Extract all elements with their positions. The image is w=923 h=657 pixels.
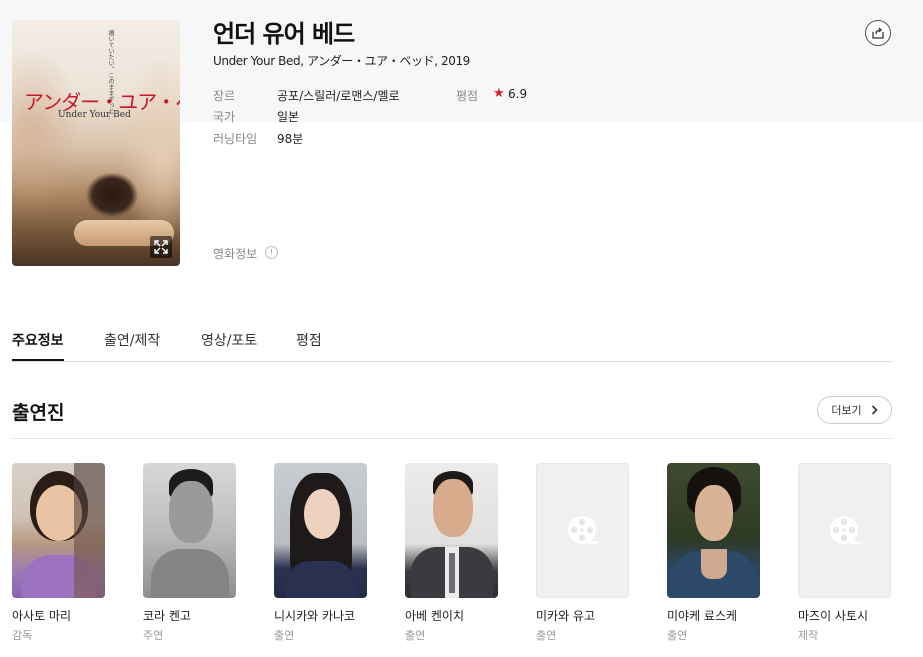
cast-section-title: 출연진 bbox=[12, 402, 65, 424]
cast-name[interactable]: 아베 켄이치 bbox=[405, 607, 464, 624]
section-divider bbox=[12, 438, 893, 439]
cast-name[interactable]: 마즈이 사토시 bbox=[798, 607, 868, 624]
rating-label: 평점 bbox=[456, 89, 479, 103]
tab-video-photo[interactable]: 영상/포토 bbox=[201, 330, 257, 350]
share-button[interactable] bbox=[865, 20, 891, 46]
cast-photo[interactable] bbox=[405, 463, 498, 598]
cast-photo[interactable] bbox=[143, 463, 236, 598]
genre-value: 공포/스릴러/로맨스/멜로 bbox=[277, 89, 400, 103]
film-reel-icon bbox=[829, 515, 860, 544]
cast-card[interactable]: 코라 켄고 주연 bbox=[143, 463, 236, 642]
cast-card[interactable]: 아사토 마리 감독 bbox=[12, 463, 105, 642]
cast-name[interactable]: 미야케 료스케 bbox=[667, 607, 737, 624]
cast-role: 주연 bbox=[143, 629, 164, 642]
more-button-label: 더보기 bbox=[831, 404, 862, 417]
cast-photo[interactable] bbox=[12, 463, 105, 598]
chevron-right-icon bbox=[871, 405, 878, 415]
expand-icon[interactable] bbox=[150, 236, 172, 258]
movie-title: 언더 유어 베드 bbox=[213, 20, 355, 48]
cast-card[interactable]: 아베 켄이치 출연 bbox=[405, 463, 498, 642]
tab-bar: 주요정보 출연/제작 영상/포토 평점 bbox=[12, 318, 893, 362]
cast-role: 제작 bbox=[798, 629, 819, 642]
cast-name[interactable]: 니시카와 카나코 bbox=[274, 607, 355, 624]
cast-role: 출연 bbox=[536, 629, 557, 642]
cast-photo[interactable] bbox=[274, 463, 367, 598]
cast-name[interactable]: 미카와 유고 bbox=[536, 607, 595, 624]
cast-role: 출연 bbox=[274, 629, 295, 642]
cast-role: 감독 bbox=[12, 629, 33, 642]
cast-card[interactable]: 마즈이 사토시 제작 bbox=[798, 463, 891, 642]
country-value: 일본 bbox=[277, 110, 300, 124]
cast-role: 출연 bbox=[667, 629, 688, 642]
tab-reviews[interactable]: 평점 bbox=[296, 330, 322, 350]
cast-photo-placeholder[interactable] bbox=[798, 463, 891, 598]
cast-card[interactable]: 미야케 료스케 출연 bbox=[667, 463, 760, 642]
genre-label: 장르 bbox=[213, 89, 236, 103]
cast-card[interactable]: 미카와 유고 출연 bbox=[536, 463, 629, 642]
more-button[interactable]: 더보기 bbox=[817, 396, 892, 424]
poster-title-en: Under Your Bed bbox=[58, 110, 131, 120]
movie-subtitle: Under Your Bed, アンダー・ユア・ベッド, 2019 bbox=[213, 54, 470, 68]
share-icon bbox=[872, 27, 884, 39]
runtime-value: 98분 bbox=[277, 132, 304, 146]
country-label: 국가 bbox=[213, 110, 236, 124]
cast-role: 출연 bbox=[405, 629, 426, 642]
cast-card[interactable]: 니시카와 카나코 출연 bbox=[274, 463, 367, 642]
cast-photo[interactable] bbox=[667, 463, 760, 598]
movie-info-link[interactable]: 영화정보 bbox=[213, 245, 257, 262]
runtime-label: 러닝타임 bbox=[213, 132, 258, 146]
film-reel-icon bbox=[567, 515, 598, 544]
tab-main-info[interactable]: 주요정보 bbox=[12, 330, 64, 350]
info-icon[interactable]: ! bbox=[265, 246, 278, 259]
cast-name[interactable]: 아사토 마리 bbox=[12, 607, 71, 624]
rating-value: 6.9 bbox=[508, 87, 528, 101]
star-icon: ★ bbox=[493, 86, 505, 101]
cast-photo-placeholder[interactable] bbox=[536, 463, 629, 598]
tab-cast-crew[interactable]: 출연/제작 bbox=[104, 330, 160, 350]
cast-name[interactable]: 코라 켄고 bbox=[143, 607, 191, 624]
movie-poster[interactable]: 覗いていたい。このままずっと… アンダー・ユア・ベッド Under Your B… bbox=[12, 20, 180, 266]
active-tab-indicator bbox=[12, 359, 64, 361]
